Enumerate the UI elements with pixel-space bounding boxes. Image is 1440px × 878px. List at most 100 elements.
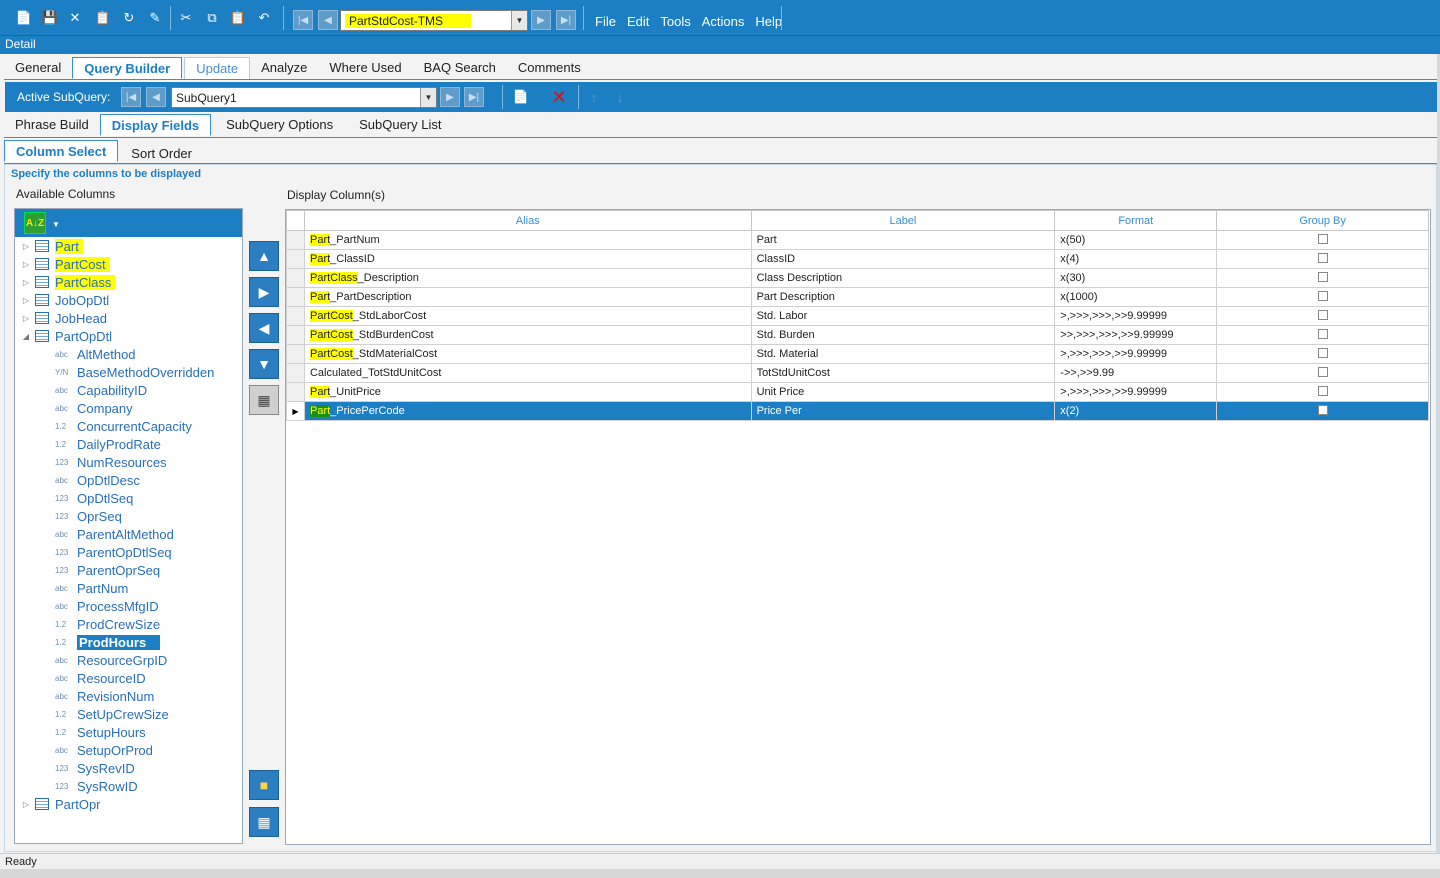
label-cell[interactable]: Std. Material	[750, 344, 1056, 364]
group-by-checkbox[interactable]	[1317, 309, 1328, 320]
tree-table-node[interactable]: ▷ PartOpr	[21, 795, 101, 813]
alias-cell[interactable]: Part_UnitPrice	[303, 382, 752, 402]
alias-cell[interactable]: Part_PartNum	[303, 230, 752, 250]
move-up-button[interactable]: ▲	[249, 241, 279, 271]
row-selector[interactable]	[286, 230, 305, 250]
tab-query-builder[interactable]: Query Builder	[72, 57, 183, 79]
grid-row[interactable]: ▶ Part_PricePerCode Price Per x(2)	[286, 401, 1429, 421]
label-cell[interactable]: ClassID	[750, 249, 1056, 269]
grid-row[interactable]: Part_PartDescription Part Description x(10…	[286, 287, 1429, 307]
alias-cell[interactable]: Calculated_TotStdUnitCost	[303, 363, 752, 383]
tree-column-node[interactable]: 1.2 ConcurrentCapacity	[55, 417, 192, 435]
group-by-checkbox[interactable]	[1317, 404, 1328, 415]
save-icon[interactable]: 💾	[41, 9, 59, 27]
grid-row[interactable]: PartCost_StdBurdenCost Std. Burden >>,>>>,…	[286, 325, 1429, 345]
cut-icon[interactable]: ✂	[177, 9, 195, 27]
grid-row[interactable]: Part_ClassID ClassID x(4)	[286, 249, 1429, 269]
row-selector[interactable]	[286, 287, 305, 307]
group-by-checkbox[interactable]	[1317, 233, 1328, 244]
tree-column-node[interactable]: 123 ParentOpDtlSeq	[55, 543, 172, 561]
new-icon[interactable]: 📄	[15, 9, 33, 27]
group-by-checkbox[interactable]	[1317, 347, 1328, 358]
row-selector[interactable]: ▶	[286, 401, 305, 421]
calculator-button[interactable]: ▦	[249, 385, 279, 415]
tree-table-node[interactable]: ▷ JobOpDtl	[21, 291, 109, 309]
grid-row[interactable]: PartCost_StdMaterialCost Std. Material >,>…	[286, 344, 1429, 364]
format-cell[interactable]: >,>>>,>>>,>>9.99999	[1054, 306, 1218, 326]
tree-column-node[interactable]: abc OpDtlDesc	[55, 471, 140, 489]
expand-icon[interactable]: ▷	[21, 314, 31, 323]
tree-column-node[interactable]: 123 ParentOprSeq	[55, 561, 160, 579]
tree-column-node[interactable]: 123 OpDtlSeq	[55, 489, 133, 507]
format-cell[interactable]: >>,>>>,>>>,>>9.99999	[1054, 325, 1218, 345]
alias-cell[interactable]: PartCost_StdBurdenCost	[303, 325, 752, 345]
attach-icon[interactable]: 📋	[94, 9, 112, 27]
tree-column-node[interactable]: abc ProcessMfgID	[55, 597, 159, 615]
alias-cell[interactable]: PartCost_StdLaborCost	[303, 306, 752, 326]
tree-table-node[interactable]: ▷ PartClass	[21, 273, 116, 291]
alias-cell[interactable]: Part_PricePerCode	[303, 401, 752, 421]
remove-column-button[interactable]: ◀	[249, 313, 279, 343]
group-by-checkbox[interactable]	[1317, 328, 1328, 339]
tree-column-node[interactable]: 1.2 DailyProdRate	[55, 435, 161, 453]
tree-column-node[interactable]: Y/N BaseMethodOverridden	[55, 363, 214, 381]
grid-layout-button[interactable]: ▦	[249, 807, 279, 837]
alias-cell[interactable]: PartClass_Description	[303, 268, 752, 288]
grid-row[interactable]: Calculated_TotStdUnitCost TotStdUnitCost -…	[286, 363, 1429, 383]
label-cell[interactable]: Std. Labor	[750, 306, 1056, 326]
add-column-button[interactable]: ▶	[249, 277, 279, 307]
display-columns-grid[interactable]: Alias Label Format Group By Part_PartNum…	[285, 209, 1431, 845]
row-selector[interactable]	[286, 382, 305, 402]
alias-cell[interactable]: PartCost_StdMaterialCost	[303, 344, 752, 364]
row-selector[interactable]	[286, 325, 305, 345]
tree-table-node[interactable]: ▷ JobHead	[21, 309, 107, 327]
delete-subquery-icon[interactable]: ✕	[550, 87, 568, 107]
grid-row[interactable]: PartClass_Description Class Description x(…	[286, 268, 1429, 288]
format-cell[interactable]: x(1000)	[1054, 287, 1218, 307]
grid-row[interactable]: Part_UnitPrice Unit Price >,>>>,>>>,>>9.99…	[286, 382, 1429, 402]
sort-az-icon[interactable]: A↓Z	[24, 212, 46, 234]
tree-column-node[interactable]: 123 SysRowID	[55, 777, 138, 795]
alias-cell[interactable]: Part_PartDescription	[303, 287, 752, 307]
format-cell[interactable]: >,>>>,>>>,>>9.99999	[1054, 382, 1218, 402]
next-subquery-icon[interactable]: ▶	[440, 87, 460, 107]
next-record-icon[interactable]: ▶	[531, 10, 551, 30]
row-selector[interactable]	[286, 363, 305, 383]
tab-subquery-options[interactable]: SubQuery Options	[215, 114, 344, 136]
expand-icon[interactable]: ▷	[21, 260, 31, 269]
column-header-format[interactable]: Format	[1054, 210, 1218, 231]
tab-general[interactable]: General	[4, 57, 72, 79]
column-header-alias[interactable]: Alias	[303, 210, 752, 231]
paste-icon[interactable]: 📋	[229, 9, 247, 27]
tab-baq-search[interactable]: BAQ Search	[413, 57, 507, 79]
tree-column-node[interactable]: abc ResourceID	[55, 669, 146, 687]
chevron-down-icon[interactable]: ▼	[420, 88, 436, 107]
collapse-icon[interactable]: ◢	[21, 332, 31, 341]
tree-column-node[interactable]: abc CapabilityID	[55, 381, 147, 399]
tree-column-node[interactable]: abc PartNum	[55, 579, 128, 597]
column-header-group-by[interactable]: Group By	[1216, 210, 1429, 231]
group-by-checkbox[interactable]	[1317, 385, 1328, 396]
format-cell[interactable]: >,>>>,>>>,>>9.99999	[1054, 344, 1218, 364]
expand-icon[interactable]: ▷	[21, 296, 31, 305]
chevron-down-icon[interactable]: ▼	[52, 220, 60, 229]
group-by-checkbox[interactable]	[1317, 252, 1328, 263]
tree-table-node[interactable]: ▷ Part	[21, 237, 83, 255]
label-cell[interactable]: TotStdUnitCost	[750, 363, 1056, 383]
copy-icon[interactable]: ⧉	[203, 9, 221, 27]
tree-column-node[interactable]: abc ResourceGrpID	[55, 651, 167, 669]
menu-help[interactable]: Help	[755, 14, 782, 29]
label-cell[interactable]: Class Description	[750, 268, 1056, 288]
tab-update[interactable]: Update	[184, 57, 251, 79]
tree-column-node[interactable]: 1.2 SetupHours	[55, 723, 146, 741]
format-cell[interactable]: ->>,>>9.99	[1054, 363, 1218, 383]
tree-column-node[interactable]: 1.2 ProdHours	[55, 633, 161, 651]
tree-column-node[interactable]: 123 OprSeq	[55, 507, 122, 525]
tree-column-node[interactable]: 123 SysRevID	[55, 759, 135, 777]
expand-icon[interactable]: ▷	[21, 800, 31, 809]
label-cell[interactable]: Unit Price	[750, 382, 1056, 402]
grid-row[interactable]: Part_PartNum Part x(50)	[286, 230, 1429, 250]
tree-column-node[interactable]: 1.2 SetUpCrewSize	[55, 705, 169, 723]
menu-edit[interactable]: Edit	[627, 14, 649, 29]
grid-row[interactable]: PartCost_StdLaborCost Std. Labor >,>>>,>>>…	[286, 306, 1429, 326]
